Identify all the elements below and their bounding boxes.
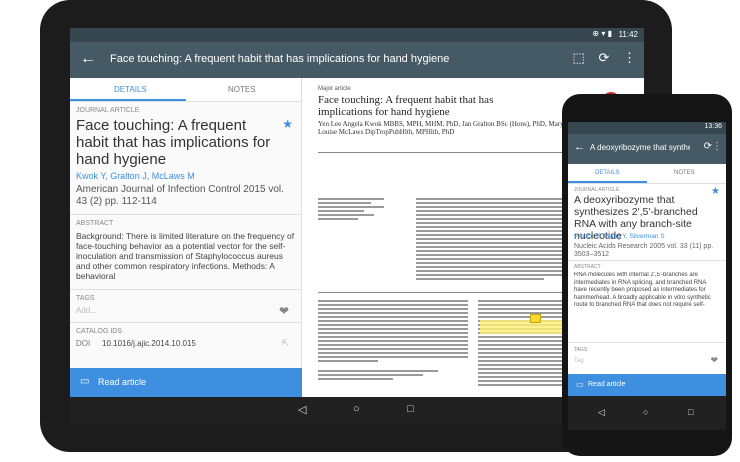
phone-screen: 13:36 ← A deoxyribozyme that synthes... … <box>568 122 726 430</box>
app-bar-title: Face touching: A frequent habit that has… <box>110 53 450 65</box>
fullscreen-icon[interactable]: ⬚ <box>573 50 585 65</box>
sync-icon[interactable]: ⟳ <box>704 141 712 152</box>
tab-details[interactable]: DETAILS <box>114 85 147 94</box>
doi-row: DOI 10.1016/j.ajic.2014.10.015 ⇱ <box>70 335 301 353</box>
abstract-text[interactable]: Background: There is limited literature … <box>70 227 301 283</box>
pdf-authors: Yen Lee Angela Kwok MBBS, MPH, MHM, PhD,… <box>318 120 566 136</box>
tab-details[interactable]: DETAILS <box>595 170 620 176</box>
status-bar: 11:42 ⊕ ▾ ▮ <box>70 28 644 42</box>
pdf-keywords-block <box>318 198 384 222</box>
doi-key: DOI <box>76 339 91 348</box>
nav-home-icon[interactable]: ○ <box>353 403 360 415</box>
authors-link[interactable]: Pratico E, Wang Y, Silverman S <box>574 233 665 240</box>
tab-notes[interactable]: NOTES <box>674 170 695 176</box>
tag-icon[interactable]: ❤ <box>710 355 718 366</box>
tab-bar: DETAILS NOTES <box>568 164 726 184</box>
star-icon[interactable]: ★ <box>711 186 720 197</box>
pdf-highlight[interactable] <box>480 320 562 334</box>
section-label-abstract: ABSTRACT <box>574 264 601 270</box>
book-icon: ▭ <box>576 380 584 389</box>
more-options-icon[interactable]: ⋮ <box>623 50 636 65</box>
nav-back-icon[interactable]: ◁ <box>598 407 605 418</box>
section-label-journal-article: JOURNAL ARTICLE <box>574 187 620 193</box>
tag-icon[interactable]: ❤ <box>279 304 289 318</box>
more-options-icon[interactable]: ⋮ <box>712 141 722 152</box>
journal-citation: Nucleic Acids Research 2005 vol. 33 (11)… <box>574 243 714 258</box>
authors-link[interactable]: Kwok Y, Gralton J, McLaws M <box>70 168 301 181</box>
book-icon: ▭ <box>80 376 90 387</box>
pdf-note-icon[interactable] <box>530 314 541 323</box>
back-arrow-icon[interactable]: ← <box>574 141 585 153</box>
divider <box>568 342 726 343</box>
divider <box>568 260 726 261</box>
details-panel: DETAILS NOTES JOURNAL ARTICLE Face touch… <box>70 78 302 397</box>
doi-value[interactable]: 10.1016/j.ajic.2014.10.015 <box>102 339 196 348</box>
document-title-text: Face touching: A frequent habit that has… <box>76 117 271 168</box>
section-label-abstract: ABSTRACT <box>76 220 114 227</box>
tab-indicator <box>70 99 186 101</box>
read-article-button[interactable]: ▭ Read article <box>568 374 726 396</box>
app-bar-title: A deoxyribozyme that synthes... <box>590 143 690 152</box>
phone-device: 13:36 ← A deoxyribozyme that synthes... … <box>562 94 732 456</box>
system-nav-bar: ◁ ○ □ <box>568 396 726 430</box>
app-bar-actions: ⬚ ⟳ ⋮ <box>563 50 636 66</box>
pdf-kicker: Major article <box>318 86 351 92</box>
tab-indicator <box>568 181 647 183</box>
document-title: Face touching: A frequent habit that has… <box>70 114 301 168</box>
read-article-label: Read article <box>98 377 147 387</box>
tags-row: Add... ❤ <box>70 302 301 322</box>
tags-input[interactable]: Add... <box>76 306 97 315</box>
status-bar: 13:36 <box>568 122 726 134</box>
app-bar: ← A deoxyribozyme that synthes... ⟳ ⋮ <box>568 134 726 164</box>
back-arrow-icon[interactable]: ← <box>80 50 96 68</box>
section-label-catalog-ids: CATALOG IDS <box>76 328 123 335</box>
status-time: 13:36 <box>704 123 722 130</box>
nav-recent-icon[interactable]: □ <box>688 407 693 417</box>
journal-citation: American Journal of Infection Control 20… <box>76 184 284 207</box>
tab-bar: DETAILS NOTES <box>70 78 301 102</box>
tablet-screen: 11:42 ⊕ ▾ ▮ ← Face touching: A frequent … <box>70 28 644 424</box>
app-bar: ← Face touching: A frequent habit that h… <box>70 42 644 78</box>
pdf-body-column-left <box>318 300 468 382</box>
nav-recent-icon[interactable]: □ <box>407 403 414 415</box>
nav-back-icon[interactable]: ◁ <box>298 403 306 416</box>
section-label-tags: TAGS <box>76 295 95 302</box>
status-time: 11:42 <box>618 30 638 39</box>
nav-home-icon[interactable]: ○ <box>643 407 648 417</box>
status-icons: ⊕ ▾ ▮ <box>592 29 612 38</box>
tags-input[interactable]: Tag <box>574 358 584 364</box>
read-article-label: Read article <box>588 381 626 388</box>
abstract-text[interactable]: RNA molecules with internal 2',5'-branch… <box>574 272 720 310</box>
open-external-icon[interactable]: ⇱ <box>281 338 289 349</box>
section-label-journal-article: JOURNAL ARTICLE <box>76 107 140 114</box>
tab-notes[interactable]: NOTES <box>228 85 256 94</box>
sync-icon[interactable]: ⟳ <box>598 50 609 65</box>
read-article-button[interactable]: ▭ Read article <box>70 368 302 397</box>
star-icon[interactable]: ★ <box>282 116 293 133</box>
pdf-title: Face touching: A frequent habit that has… <box>318 94 494 118</box>
system-nav-bar: ◁ ○ □ <box>70 397 644 424</box>
section-label-tags: TAGS <box>574 347 588 353</box>
